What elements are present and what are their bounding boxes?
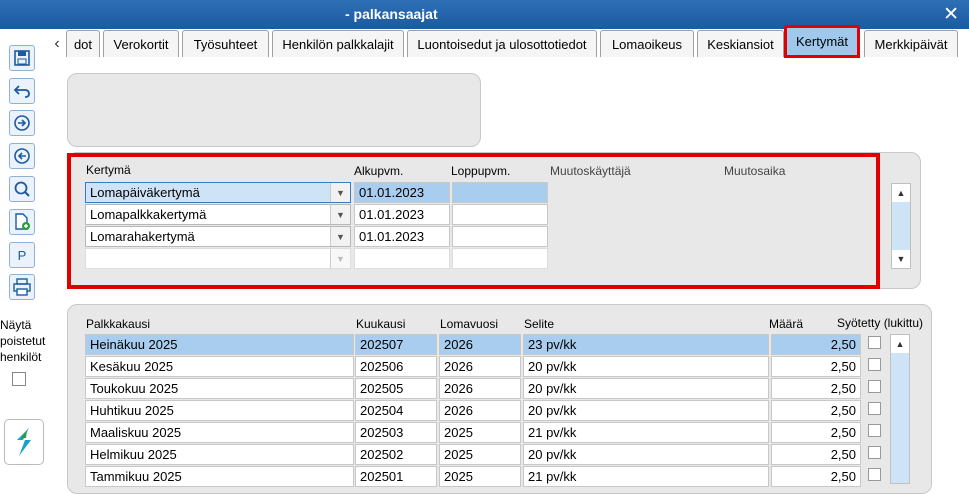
scroll-down-icon[interactable]: ▼ (892, 250, 910, 268)
lomavuosi-cell[interactable]: 2026 (439, 378, 521, 399)
back-icon[interactable] (9, 143, 35, 169)
tab-kertymat[interactable]: Kertymät (784, 25, 860, 58)
header-palkkakausi: Palkkakausi (86, 317, 151, 331)
palkkakausi-cell[interactable]: Toukokuu 2025 (85, 378, 354, 399)
scroll-up-icon[interactable]: ▲ (891, 335, 909, 353)
selite-cell[interactable]: 21 pv/kk (523, 422, 769, 443)
show-deleted-checkbox[interactable] (12, 372, 26, 386)
lomavuosi-cell[interactable]: 2025 (439, 466, 521, 487)
palkkakausi-cell[interactable]: Tammikuu 2025 (85, 466, 354, 487)
new-document-icon[interactable] (9, 209, 35, 235)
locked-checkbox[interactable] (868, 380, 881, 393)
maara-cell[interactable]: 2,50 (771, 422, 861, 443)
selite-cell[interactable]: 20 pv/kk (523, 378, 769, 399)
info-panel (67, 73, 481, 147)
maara-cell[interactable]: 2,50 (771, 400, 861, 421)
palkkakausi-cell[interactable]: Huhtikuu 2025 (85, 400, 354, 421)
tab-dot[interactable]: dot (66, 30, 100, 57)
palkka-scrollbar[interactable]: ▲ (890, 334, 910, 484)
header-maara: Määrä (769, 317, 804, 331)
selite-cell[interactable]: 23 pv/kk (523, 334, 769, 355)
maara-cell[interactable]: 2,50 (771, 378, 861, 399)
palkkakausi-cell[interactable]: Helmikuu 2025 (85, 444, 354, 465)
palkkakausi-cell[interactable]: Kesäkuu 2025 (85, 356, 354, 377)
lomavuosi-cell[interactable]: 2026 (439, 400, 521, 421)
tab-scroll-left-icon[interactable]: ‹ (48, 31, 66, 57)
header-selite: Selite (524, 317, 555, 331)
locked-checkbox[interactable] (868, 468, 881, 481)
locked-checkbox[interactable] (868, 402, 881, 415)
maara-cell[interactable]: 2,50 (771, 444, 861, 465)
save-icon[interactable] (9, 45, 35, 71)
search-icon[interactable] (9, 176, 35, 202)
forward-icon[interactable] (9, 110, 35, 136)
selite-cell[interactable]: 21 pv/kk (523, 466, 769, 487)
left-toolbar: P Näytä poistetut henkilöt (0, 29, 50, 481)
highlight-frame (67, 153, 880, 289)
header-syotetty: Syötetty (lukittu) (837, 316, 924, 330)
tab-luontoisedut[interactable]: Luontoisedut ja ulosottotiedot (407, 30, 597, 57)
tab-merkkipaivat[interactable]: Merkkipäivät (864, 30, 958, 57)
kuukausi-cell[interactable]: 202507 (355, 334, 437, 355)
maara-cell[interactable]: 2,50 (771, 356, 861, 377)
show-deleted-line1: Näytä (0, 318, 32, 332)
print-icon[interactable] (9, 274, 35, 300)
lomavuosi-cell[interactable]: 2025 (439, 422, 521, 443)
window-title: - palkansaajat (345, 6, 438, 22)
kuukausi-cell[interactable]: 202506 (355, 356, 437, 377)
locked-checkbox[interactable] (868, 446, 881, 459)
locked-checkbox[interactable] (868, 424, 881, 437)
tab-henkilon-palkkalajit[interactable]: Henkilön palkkalajit (272, 30, 404, 57)
kuukausi-cell[interactable]: 202504 (355, 400, 437, 421)
palkkakausi-cell[interactable]: Heinäkuu 2025 (85, 334, 354, 355)
kuukausi-cell[interactable]: 202502 (355, 444, 437, 465)
selite-cell[interactable]: 20 pv/kk (523, 444, 769, 465)
locked-checkbox[interactable] (868, 358, 881, 371)
tab-lomaoikeus[interactable]: Lomaoikeus (600, 30, 694, 57)
maara-cell[interactable]: 2,50 (771, 466, 861, 487)
kuukausi-cell[interactable]: 202505 (355, 378, 437, 399)
lomavuosi-cell[interactable]: 2026 (439, 356, 521, 377)
kertyma-scrollbar[interactable]: ▲ ▼ (891, 183, 911, 269)
lomavuosi-cell[interactable]: 2026 (439, 334, 521, 355)
scroll-up-icon[interactable]: ▲ (892, 184, 910, 202)
close-icon[interactable]: ✕ (943, 3, 959, 26)
tab-bar: ‹ dot Verokortit Työsuhteet Henkilön pal… (48, 25, 969, 59)
locked-checkbox[interactable] (868, 336, 881, 349)
tab-verokortit[interactable]: Verokortit (103, 30, 179, 57)
maara-cell[interactable]: 2,50 (771, 334, 861, 355)
selite-cell[interactable]: 20 pv/kk (523, 356, 769, 377)
tab-keskiansiot[interactable]: Keskiansiot (697, 30, 784, 57)
show-deleted-line2: poistetut (0, 334, 46, 348)
kuukausi-cell[interactable]: 202501 (355, 466, 437, 487)
header-kuukausi: Kuukausi (356, 317, 406, 331)
app-logo[interactable] (4, 419, 44, 465)
show-deleted-label: Näytä poistetut henkilöt (0, 317, 45, 365)
undo-icon[interactable] (9, 78, 35, 104)
kuukausi-cell[interactable]: 202503 (355, 422, 437, 443)
header-lomavuosi: Lomavuosi (440, 317, 499, 331)
lomavuosi-cell[interactable]: 2025 (439, 444, 521, 465)
selite-cell[interactable]: 20 pv/kk (523, 400, 769, 421)
p-button[interactable]: P (9, 242, 35, 268)
show-deleted-line3: henkilöt (0, 350, 42, 364)
palkkakausi-cell[interactable]: Maaliskuu 2025 (85, 422, 354, 443)
tab-tyosuhteet[interactable]: Työsuhteet (182, 30, 269, 57)
